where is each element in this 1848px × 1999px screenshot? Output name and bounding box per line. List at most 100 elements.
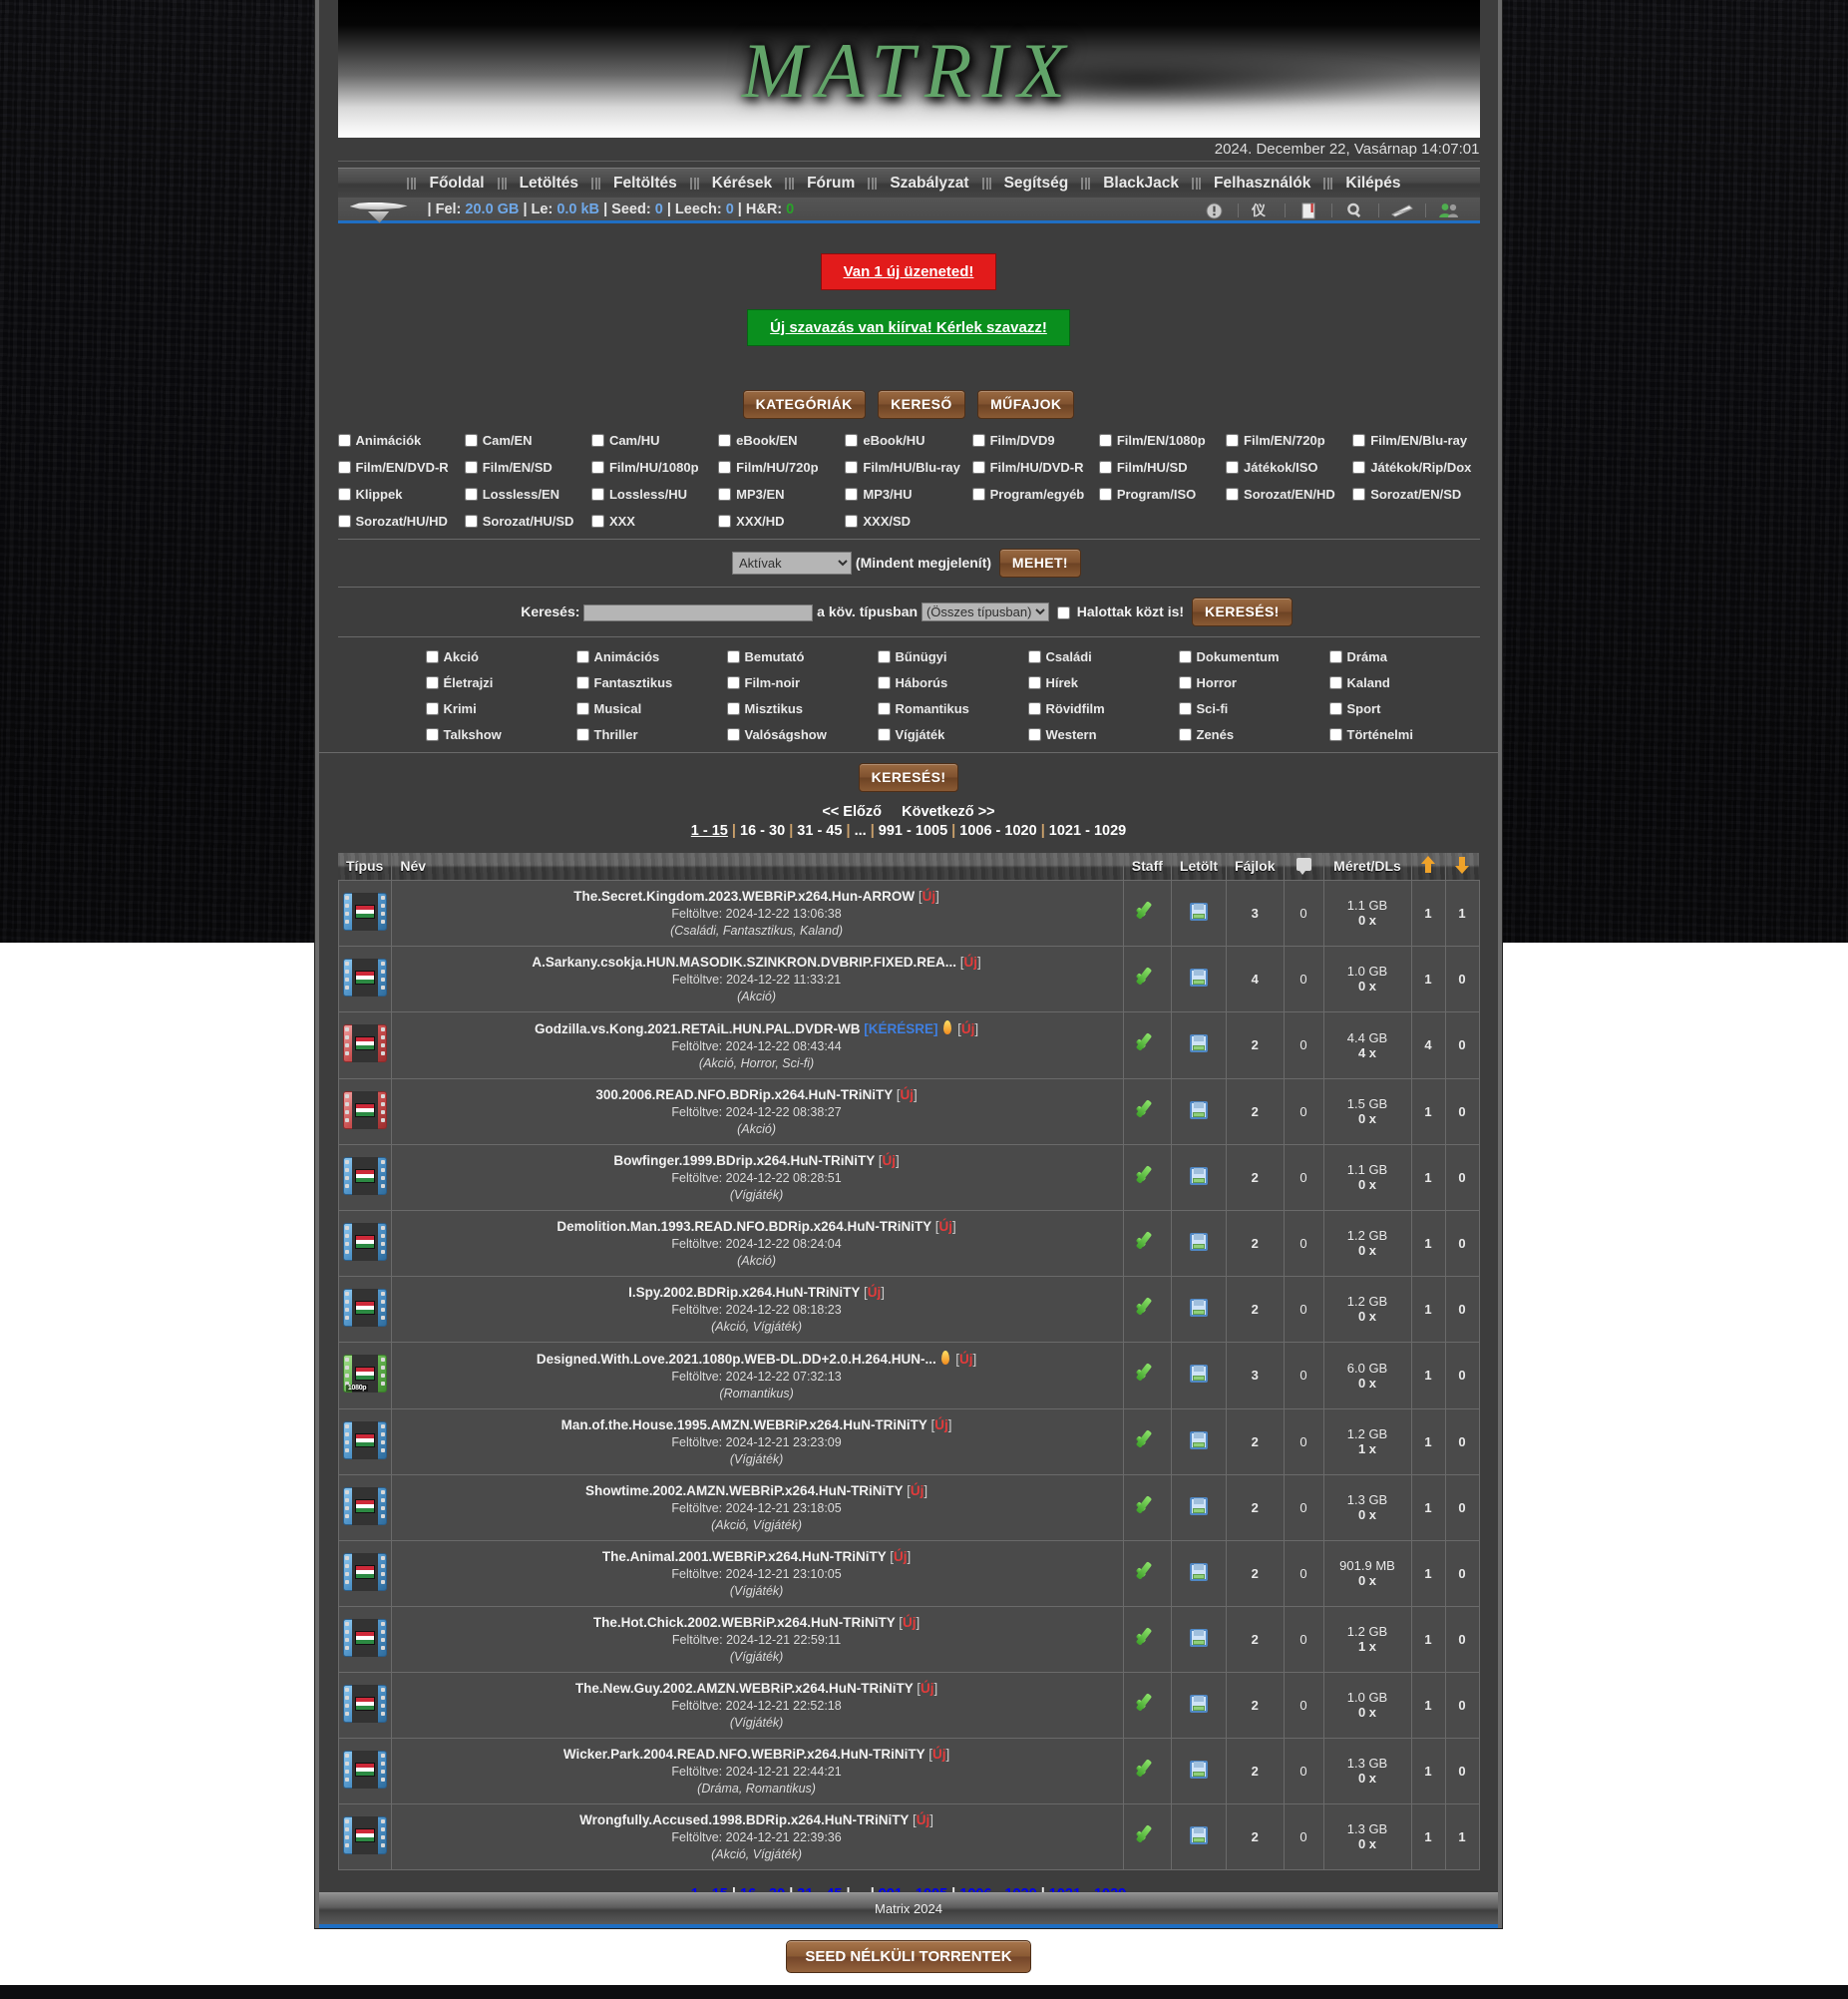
- row-type-cell[interactable]: [337, 1605, 393, 1673]
- genre-checkbox--letrajzi[interactable]: Életrajzi: [425, 675, 576, 690]
- row-type-cell[interactable]: 1080p: [337, 1341, 393, 1409]
- category-checkbox-cam-hu[interactable]: Cam/HU: [590, 433, 718, 448]
- tab-search[interactable]: KERESŐ: [878, 390, 965, 419]
- th-comments[interactable]: [1284, 853, 1324, 880]
- floppy-icon[interactable]: [1189, 1694, 1208, 1713]
- category-checkbox-input[interactable]: [971, 434, 985, 447]
- row-download-cell[interactable]: [1170, 1077, 1228, 1145]
- category-checkbox-anim-ci-k[interactable]: Animációk: [337, 433, 465, 448]
- category-checkbox-input[interactable]: [337, 488, 351, 501]
- genre-checkbox-input[interactable]: [575, 728, 589, 741]
- category-checkbox-film-hu-1080p[interactable]: Film/HU/1080p: [590, 460, 718, 475]
- row-type-cell[interactable]: [337, 1209, 393, 1277]
- category-checkbox-film-hu-dvd-r[interactable]: Film/HU/DVD-R: [971, 460, 1099, 475]
- genre-checkbox-input[interactable]: [425, 702, 439, 715]
- genre-checkbox-film-noir[interactable]: Film-noir: [726, 675, 878, 690]
- category-checkbox-film-en-720p[interactable]: Film/EN/720p: [1226, 433, 1352, 448]
- category-checkbox-film-en-blu-ray[interactable]: Film/EN/Blu-ray: [1352, 433, 1479, 448]
- category-checkbox-xxx[interactable]: XXX: [590, 514, 718, 529]
- torrent-name-link[interactable]: The.Hot.Chick.2002.WEBRiP.x264.HuN-TRiNi…: [593, 1615, 896, 1630]
- category-checkbox-input[interactable]: [464, 461, 478, 474]
- row-download-cell[interactable]: [1170, 879, 1228, 947]
- category-checkbox-film-en-sd[interactable]: Film/EN/SD: [464, 460, 591, 475]
- genre-checkbox-input[interactable]: [1328, 676, 1342, 689]
- torrent-name-link[interactable]: The.Animal.2001.WEBRiP.x264.HuN-TRiNiTY: [602, 1549, 887, 1564]
- category-checkbox-input[interactable]: [337, 434, 351, 447]
- genre-checkbox-input[interactable]: [575, 650, 589, 663]
- row-download-cell[interactable]: [1170, 1407, 1228, 1475]
- genre-checkbox-input[interactable]: [1178, 728, 1192, 741]
- tab-categories[interactable]: KATEGÓRIÁK: [742, 390, 866, 419]
- search-input[interactable]: [583, 603, 814, 621]
- row-type-cell[interactable]: [337, 1077, 393, 1145]
- genre-checkbox-input[interactable]: [425, 676, 439, 689]
- category-checkbox-input[interactable]: [1098, 488, 1112, 501]
- floppy-icon[interactable]: [1189, 1496, 1208, 1515]
- category-checkbox-cam-en[interactable]: Cam/EN: [464, 433, 591, 448]
- genre-checkbox-csal-di[interactable]: Családi: [1027, 649, 1179, 664]
- genre-checkbox-input[interactable]: [1027, 650, 1041, 663]
- nav-item-blackjack[interactable]: BlackJack: [1092, 175, 1190, 193]
- seedless-torrents-button[interactable]: SEED NÉLKÜLI TORRENTEK: [786, 1939, 1031, 1973]
- floppy-icon[interactable]: [1189, 1628, 1208, 1647]
- category-checkbox-input[interactable]: [1226, 488, 1240, 501]
- category-checkbox-input[interactable]: [1226, 434, 1240, 447]
- category-checkbox-mp3-hu[interactable]: MP3/HU: [845, 487, 971, 502]
- category-checkbox-input[interactable]: [845, 461, 859, 474]
- category-checkbox-xxx-sd[interactable]: XXX/SD: [845, 514, 971, 529]
- bookmark-icon[interactable]: [1286, 202, 1331, 219]
- page-link-4[interactable]: ...: [855, 823, 867, 839]
- genre-checkbox-sci-fi[interactable]: Sci-fi: [1178, 701, 1329, 716]
- genre-checkbox-input[interactable]: [877, 702, 891, 715]
- genre-checkbox-t-rt-nelmi[interactable]: Történelmi: [1328, 727, 1480, 742]
- category-checkbox-j-t-kok-iso[interactable]: Játékok/ISO: [1226, 460, 1352, 475]
- category-checkbox-input[interactable]: [464, 434, 478, 447]
- genre-checkbox-horror[interactable]: Horror: [1178, 675, 1329, 690]
- th-staff[interactable]: Staff: [1123, 853, 1172, 880]
- th-download[interactable]: Letölt: [1171, 853, 1228, 880]
- search-type-select[interactable]: (Összes típusban): [921, 602, 1049, 621]
- category-checkbox-input[interactable]: [1352, 488, 1366, 501]
- nav-item-f-oldal[interactable]: Főoldal: [418, 175, 495, 193]
- row-type-cell[interactable]: [337, 1802, 393, 1870]
- page-link-5[interactable]: 991 - 1005: [879, 823, 947, 839]
- row-type-cell[interactable]: [337, 1275, 393, 1343]
- torrent-name-link[interactable]: Designed.With.Love.2021.1080p.WEB-DL.DD+…: [537, 1352, 936, 1367]
- category-checkbox-sorozat-en-hd[interactable]: Sorozat/EN/HD: [1226, 487, 1352, 502]
- floppy-icon[interactable]: [1189, 1760, 1208, 1779]
- genre-checkbox-misztikus[interactable]: Misztikus: [726, 701, 878, 716]
- category-checkbox-sorozat-en-sd[interactable]: Sorozat/EN/SD: [1352, 487, 1479, 502]
- genre-checkbox-input[interactable]: [877, 650, 891, 663]
- genre-checkbox-input[interactable]: [726, 676, 740, 689]
- category-checkbox-input[interactable]: [464, 488, 478, 501]
- genre-checkbox-dr-ma[interactable]: Dráma: [1328, 649, 1480, 664]
- search-button[interactable]: KERESÉS!: [1191, 598, 1293, 626]
- category-checkbox-film-dvd9[interactable]: Film/DVD9: [971, 433, 1099, 448]
- genre-checkbox-krimi[interactable]: Krimi: [425, 701, 576, 716]
- nav-item-felt-lt-s[interactable]: Feltöltés: [602, 175, 688, 193]
- genre-checkbox-input[interactable]: [425, 728, 439, 741]
- go-button[interactable]: MEHET!: [998, 549, 1081, 578]
- row-download-cell[interactable]: [1170, 1737, 1228, 1804]
- floppy-icon[interactable]: [1189, 902, 1208, 921]
- th-seeders[interactable]: [1411, 853, 1446, 880]
- torrent-name-link[interactable]: A.Sarkany.csokja.HUN.MASODIK.SZINKRON.DV…: [532, 955, 956, 970]
- row-download-cell[interactable]: [1170, 1275, 1228, 1343]
- row-type-cell[interactable]: [337, 945, 393, 1012]
- floppy-icon[interactable]: [1189, 1100, 1208, 1119]
- nav-item-seg-ts-g[interactable]: Segítség: [993, 175, 1080, 193]
- next-page-link-top[interactable]: Következő >>: [902, 804, 995, 820]
- floppy-icon[interactable]: [1189, 968, 1208, 987]
- torrent-name-link[interactable]: The.Secret.Kingdom.2023.WEBRiP.x264.Hun-…: [573, 889, 915, 904]
- floppy-icon[interactable]: [1189, 1562, 1208, 1581]
- category-checkbox-input[interactable]: [590, 461, 604, 474]
- category-checkbox-film-hu-sd[interactable]: Film/HU/SD: [1098, 460, 1226, 475]
- category-checkbox-input[interactable]: [590, 434, 604, 447]
- floppy-icon[interactable]: [1189, 1365, 1208, 1383]
- row-download-cell[interactable]: [1170, 1671, 1228, 1739]
- active-filter-select[interactable]: Aktívak: [732, 552, 853, 575]
- row-download-cell[interactable]: [1170, 1539, 1228, 1607]
- row-type-cell[interactable]: [337, 1407, 393, 1475]
- people-icon[interactable]: 仪: [1239, 202, 1285, 218]
- genre-checkbox-input[interactable]: [1178, 650, 1192, 663]
